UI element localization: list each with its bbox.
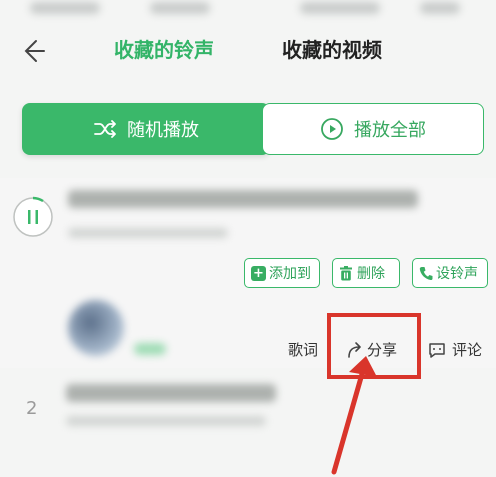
phone-icon bbox=[419, 266, 433, 281]
user-badge bbox=[134, 343, 166, 355]
delete-button[interactable]: 删除 bbox=[332, 258, 400, 288]
delete-label: 删除 bbox=[357, 266, 385, 282]
play-all-label: 播放全部 bbox=[354, 120, 426, 141]
top-strip bbox=[0, 0, 496, 22]
song-meta-blurred bbox=[68, 228, 228, 238]
shuffle-icon bbox=[94, 120, 116, 138]
play-circle-icon bbox=[321, 118, 343, 140]
add-to-label: 添加到 bbox=[269, 266, 311, 282]
plus-icon: + bbox=[251, 265, 266, 281]
tab-favorite-videos[interactable]: 收藏的视频 bbox=[282, 36, 382, 64]
lyrics-button[interactable]: 歌词 bbox=[288, 340, 318, 360]
song-title-blurred[interactable] bbox=[66, 384, 276, 402]
highlight-box bbox=[327, 313, 421, 379]
tab-favorite-ringtones[interactable]: 收藏的铃声 bbox=[114, 36, 214, 64]
add-to-button[interactable]: + 添加到 bbox=[244, 258, 320, 288]
pause-icon[interactable] bbox=[12, 196, 54, 238]
comment-icon bbox=[428, 342, 446, 359]
song-index: 2 bbox=[26, 398, 38, 419]
set-ringtone-button[interactable]: 设铃声 bbox=[412, 258, 488, 288]
song-meta-blurred bbox=[66, 416, 266, 426]
comment-label: 评论 bbox=[452, 341, 483, 359]
song-title-blurred bbox=[68, 190, 418, 208]
set-ringtone-label: 设铃声 bbox=[436, 266, 478, 282]
play-all-button[interactable]: 播放全部 bbox=[262, 103, 484, 155]
avatar[interactable] bbox=[68, 300, 124, 356]
trash-icon bbox=[339, 265, 353, 281]
shuffle-play-button[interactable]: 随机播放 bbox=[22, 103, 270, 155]
arrow-left-icon[interactable] bbox=[22, 36, 52, 66]
comment-button[interactable]: 评论 bbox=[428, 340, 482, 360]
shuffle-play-label: 随机播放 bbox=[127, 120, 199, 141]
